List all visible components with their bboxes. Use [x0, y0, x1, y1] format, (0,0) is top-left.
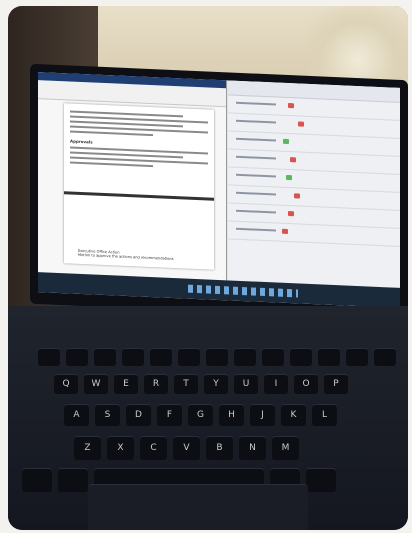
key: M: [272, 436, 299, 460]
word-window: Approvals Executive Office Action Motion…: [38, 72, 227, 281]
key: U: [234, 374, 258, 394]
key: [318, 348, 340, 366]
keyboard-row-1: Q W E R T Y U I O P: [54, 374, 348, 394]
windows-key: [22, 468, 52, 492]
key: [306, 468, 336, 492]
key: [262, 348, 284, 366]
key: F: [157, 404, 182, 426]
taskbar-app-icons: [188, 284, 298, 298]
keyboard-row-2: A S D F G H J K L: [64, 404, 337, 426]
key: H: [219, 404, 244, 426]
key: V: [173, 436, 200, 460]
key: K: [281, 404, 306, 426]
key: Y: [204, 374, 228, 394]
key: S: [95, 404, 120, 426]
key: [234, 348, 256, 366]
trackpad: [88, 484, 308, 530]
key: B: [206, 436, 233, 460]
key: T: [174, 374, 198, 394]
key: [178, 348, 200, 366]
key: [206, 348, 228, 366]
laptop-screen-bezel: Approvals Executive Office Action Motion…: [30, 63, 408, 321]
key: [66, 348, 88, 366]
key: O: [294, 374, 318, 394]
key: L: [312, 404, 337, 426]
key: G: [188, 404, 213, 426]
key: D: [126, 404, 151, 426]
key: [122, 348, 144, 366]
key: J: [250, 404, 275, 426]
key: C: [140, 436, 167, 460]
key: [58, 468, 88, 492]
document-page: Approvals: [64, 103, 214, 270]
key: X: [107, 436, 134, 460]
right-pane-list: [228, 80, 400, 288]
keyboard-row-3: Z X C V B N M: [74, 436, 299, 460]
key: Q: [54, 374, 78, 394]
key: E: [114, 374, 138, 394]
photo-frame: Approvals Executive Office Action Motion…: [8, 6, 408, 530]
key: [374, 348, 396, 366]
laptop-screen: Approvals Executive Office Action Motion…: [38, 72, 400, 308]
key: [290, 348, 312, 366]
key: [94, 348, 116, 366]
word-ribbon: [38, 72, 226, 108]
keyboard-number-row: [38, 348, 396, 366]
key: [150, 348, 172, 366]
key: [38, 348, 60, 366]
key: [346, 348, 368, 366]
key: Z: [74, 436, 101, 460]
key: W: [84, 374, 108, 394]
key: I: [264, 374, 288, 394]
key: P: [324, 374, 348, 394]
key: R: [144, 374, 168, 394]
key: N: [239, 436, 266, 460]
key: A: [64, 404, 89, 426]
